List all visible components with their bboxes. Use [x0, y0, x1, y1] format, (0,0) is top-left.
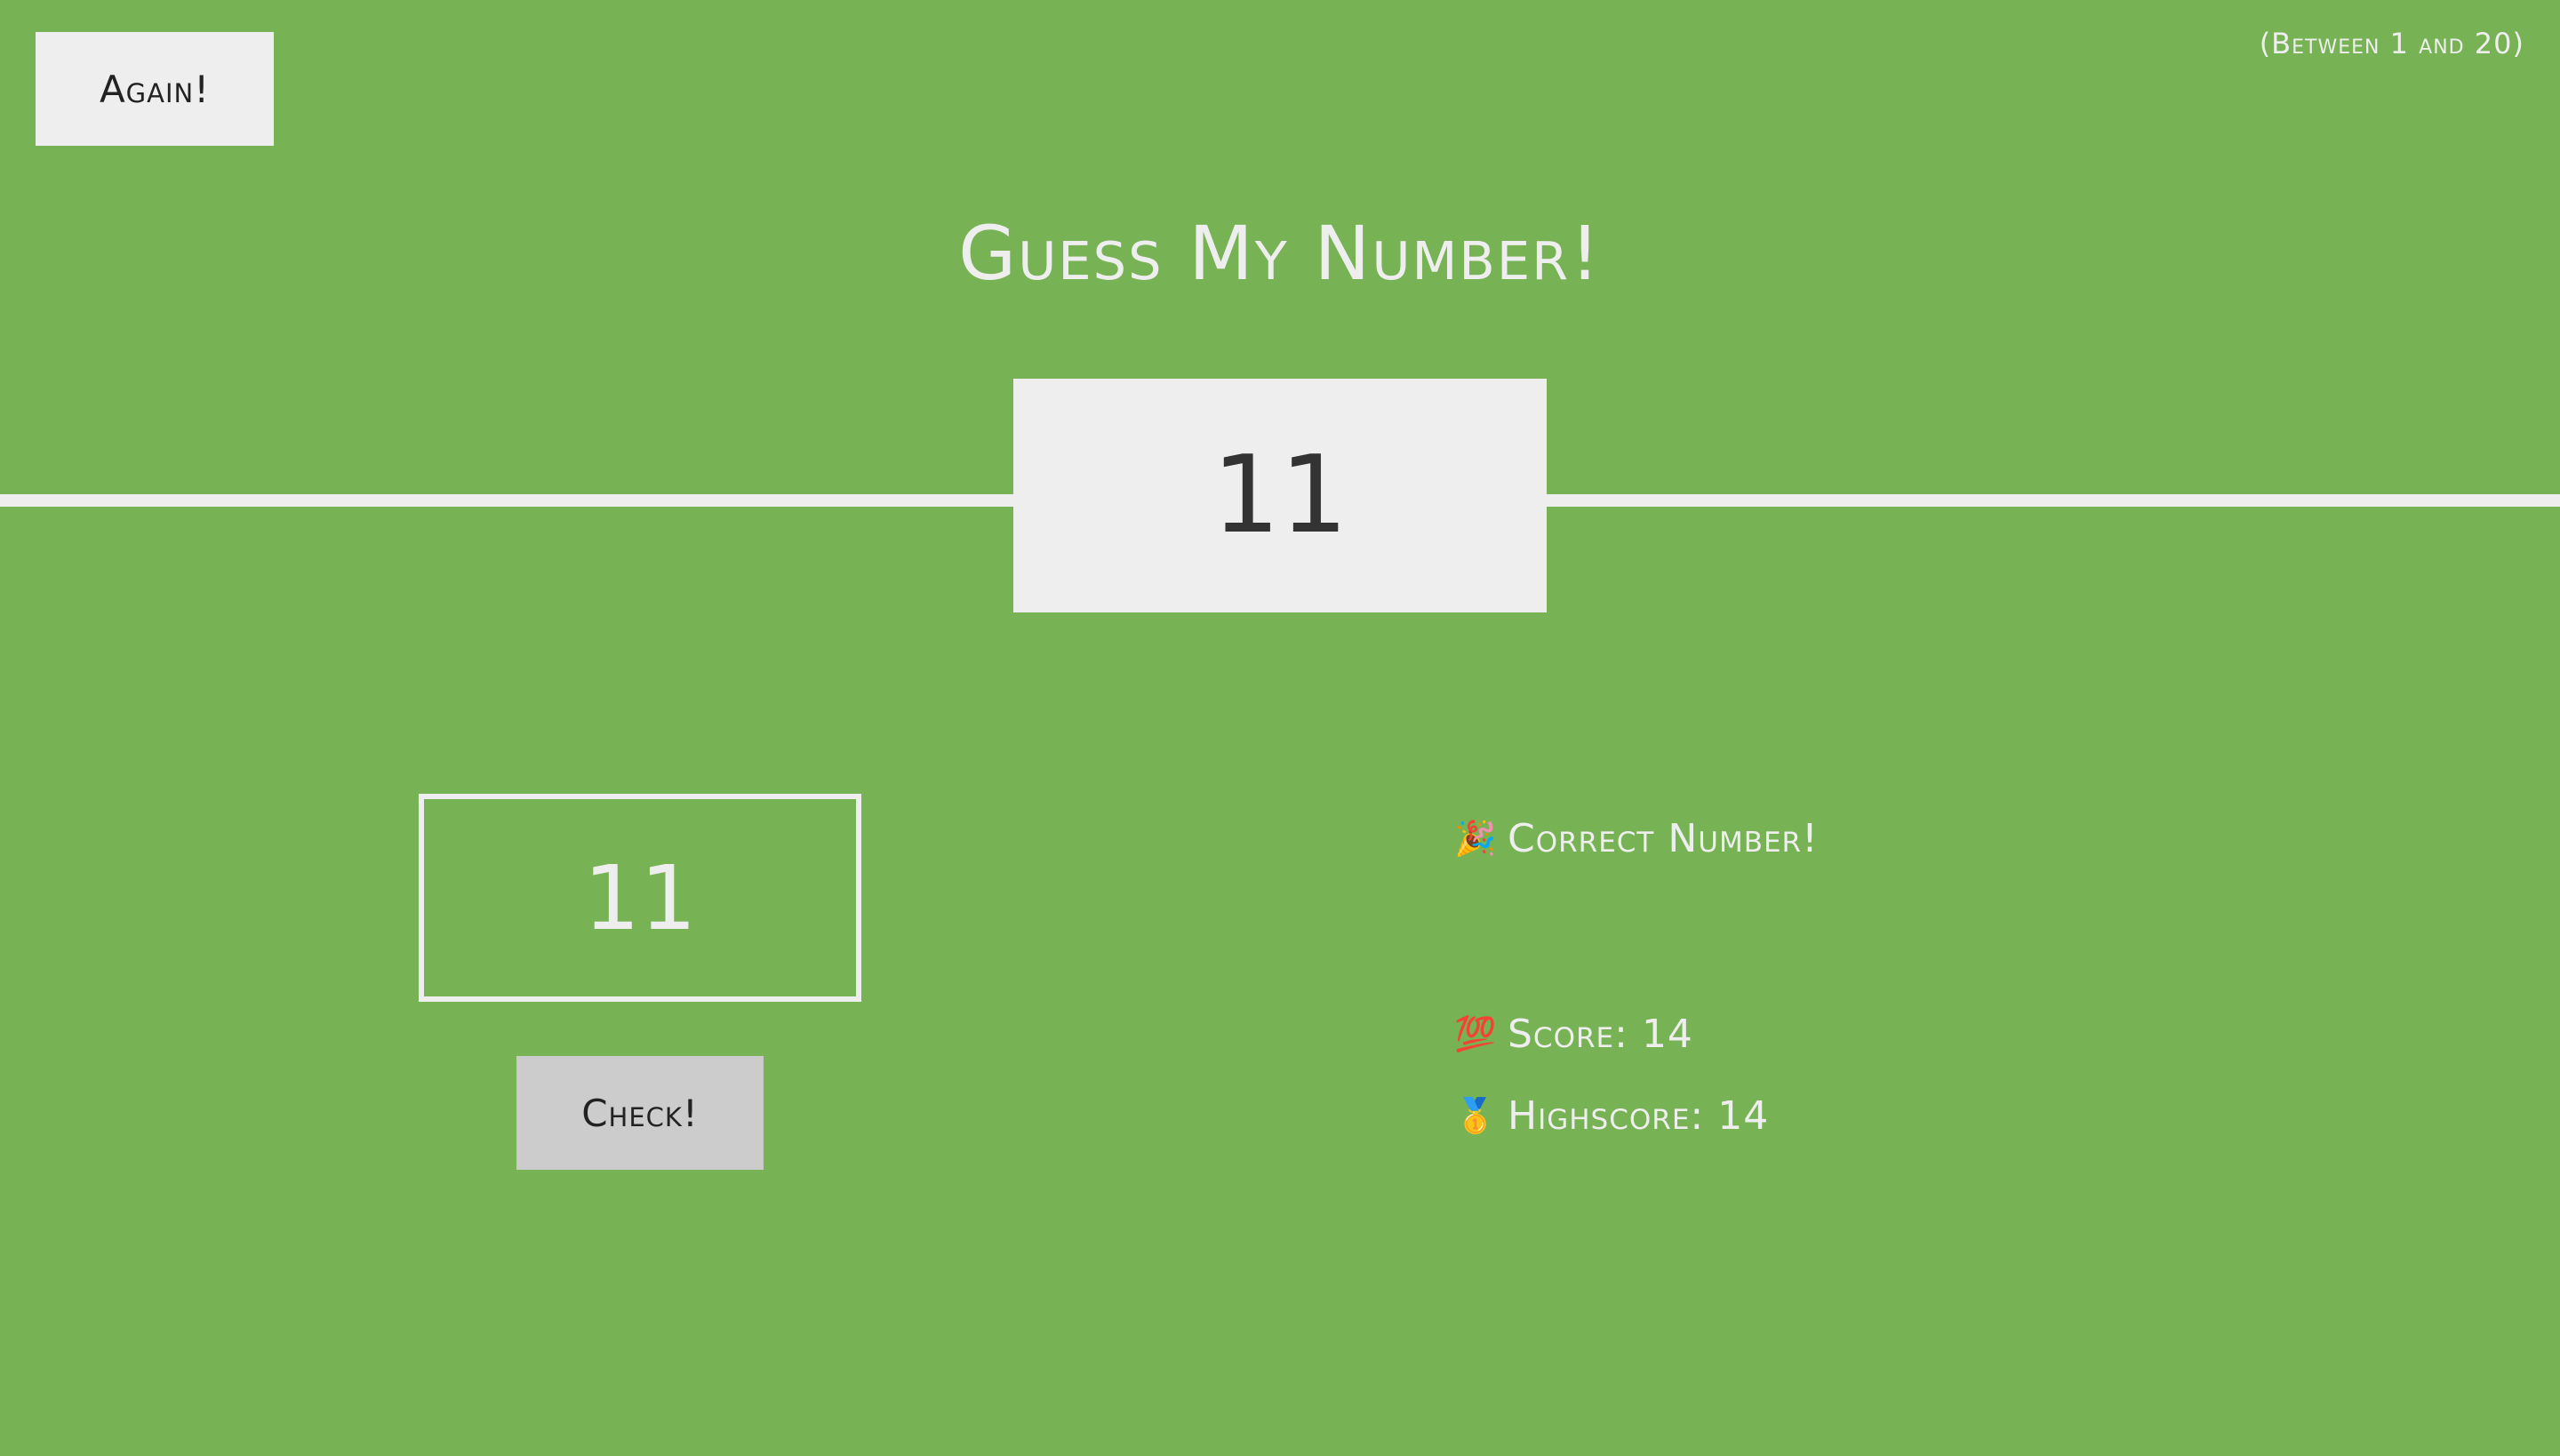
hundred-points-icon: 💯 — [1454, 1014, 1498, 1053]
check-button[interactable]: Check! — [516, 1056, 764, 1170]
again-button[interactable]: Again! — [36, 32, 274, 146]
secret-number-box: 11 — [1013, 379, 1547, 612]
highscore-label: Highscore: — [1508, 1093, 1705, 1139]
medal-icon: 🥇 — [1454, 1096, 1498, 1135]
range-hint: (Between 1 and 20) — [2259, 27, 2524, 60]
message-text: Correct Number! — [1508, 816, 1819, 861]
message: 🎉 Correct Number! — [1454, 816, 1819, 861]
game-page: Again! (Between 1 and 20) Guess My Numbe… — [0, 0, 2560, 1456]
score-line: 💯 Score: 14 — [1454, 1012, 1693, 1057]
highscore-line: 🥇 Highscore: 14 — [1454, 1093, 1769, 1139]
page-title: Guess My Number! — [958, 210, 1602, 297]
score-label: Score: — [1508, 1012, 1628, 1057]
party-popper-icon: 🎉 — [1454, 819, 1498, 858]
score-value: 14 — [1641, 1012, 1693, 1057]
highscore-value: 14 — [1717, 1093, 1770, 1139]
guess-input[interactable] — [419, 794, 861, 1002]
